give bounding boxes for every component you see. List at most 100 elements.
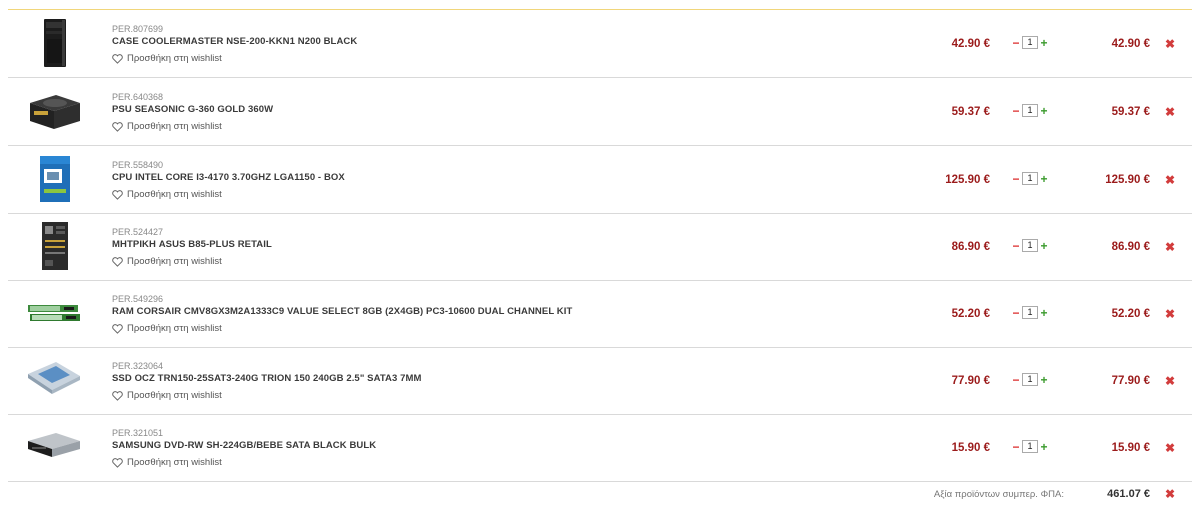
add-to-wishlist-button[interactable]: Προσθήκη στη wishlist — [112, 121, 222, 132]
heart-icon — [112, 256, 123, 267]
quantity-input[interactable]: 1 — [1022, 373, 1038, 386]
line-total: 125.90 € — [1105, 174, 1150, 186]
wishlist-label: Προσθήκη στη wishlist — [127, 457, 222, 468]
remove-item-button[interactable]: ✖ — [1165, 374, 1175, 388]
unit-price: 77.90 € — [951, 375, 990, 387]
cart-row: PER.558490 CPU INTEL CORE I3-4170 3.70GH… — [8, 146, 1192, 214]
product-code: PER.640368 — [112, 92, 164, 102]
cart-row: PER.640368 PSU SEASONIC G-360 GOLD 360W … — [8, 78, 1192, 146]
decrease-quantity-button[interactable]: − — [1012, 374, 1020, 386]
decrease-quantity-button[interactable]: − — [1012, 105, 1020, 117]
heart-icon — [112, 323, 123, 334]
quantity-input[interactable]: 1 — [1022, 36, 1038, 49]
quantity-stepper: − 1 + — [1012, 373, 1048, 386]
heart-icon — [112, 189, 123, 200]
product-code: PER.558490 — [112, 160, 164, 170]
product-code: PER.323064 — [112, 361, 164, 371]
add-to-wishlist-button[interactable]: Προσθήκη στη wishlist — [112, 390, 222, 401]
remove-item-button[interactable]: ✖ — [1165, 173, 1175, 187]
product-code: PER.549296 — [112, 294, 164, 304]
quantity-stepper: − 1 + — [1012, 306, 1048, 319]
product-name-link[interactable]: SSD OCZ TRN150-25SAT3-240G TRION 150 240… — [112, 373, 422, 384]
decrease-quantity-button[interactable]: − — [1012, 240, 1020, 252]
product-name-link[interactable]: CASE COOLERMASTER NSE-200-KKN1 N200 BLAC… — [112, 36, 357, 47]
line-total: 86.90 € — [1111, 241, 1150, 253]
quantity-stepper: − 1 + — [1012, 172, 1048, 185]
quantity-stepper: − 1 + — [1012, 104, 1048, 117]
remove-item-button[interactable]: ✖ — [1165, 441, 1175, 455]
line-total: 52.20 € — [1111, 308, 1150, 320]
decrease-quantity-button[interactable]: − — [1012, 441, 1020, 453]
line-total: 15.90 € — [1111, 442, 1150, 454]
dvd-drive-icon[interactable] — [22, 421, 86, 473]
quantity-input[interactable]: 1 — [1022, 172, 1038, 185]
product-name-link[interactable]: RAM CORSAIR CMV8GX3M2A1333C9 VALUE SELEC… — [112, 306, 572, 317]
quantity-input[interactable]: 1 — [1022, 104, 1038, 117]
increase-quantity-button[interactable]: + — [1040, 441, 1048, 453]
motherboard-icon[interactable] — [22, 220, 86, 272]
unit-price: 52.20 € — [951, 308, 990, 320]
cart-row: PER.323064 SSD OCZ TRN150-25SAT3-240G TR… — [8, 347, 1192, 415]
product-name-link[interactable]: CPU INTEL CORE I3-4170 3.70GHZ LGA1150 -… — [112, 172, 345, 183]
product-name-link[interactable]: ΜΗΤΡΙΚΗ ASUS B85-PLUS RETAIL — [112, 239, 272, 250]
power-supply-icon[interactable] — [22, 85, 86, 137]
remove-item-button[interactable]: ✖ — [1165, 307, 1175, 321]
add-to-wishlist-button[interactable]: Προσθήκη στη wishlist — [112, 323, 222, 334]
product-code: PER.807699 — [112, 24, 164, 34]
increase-quantity-button[interactable]: + — [1040, 374, 1048, 386]
cart-summary: Αξία προϊόντων συμπερ. ΦΠΑ: 461.07 € ✖ — [8, 482, 1192, 504]
add-to-wishlist-button[interactable]: Προσθήκη στη wishlist — [112, 53, 222, 64]
unit-price: 15.90 € — [951, 442, 990, 454]
decrease-quantity-button[interactable]: − — [1012, 37, 1020, 49]
heart-icon — [112, 121, 123, 132]
quantity-stepper: − 1 + — [1012, 36, 1048, 49]
product-code: PER.321051 — [112, 428, 164, 438]
ram-modules-icon[interactable] — [22, 287, 86, 339]
unit-price: 125.90 € — [945, 174, 990, 186]
wishlist-label: Προσθήκη στη wishlist — [127, 256, 222, 267]
pc-case-icon[interactable] — [22, 17, 86, 69]
line-total: 59.37 € — [1111, 106, 1150, 118]
heart-icon — [112, 53, 123, 64]
add-to-wishlist-button[interactable]: Προσθήκη στη wishlist — [112, 256, 222, 267]
unit-price: 42.90 € — [951, 38, 990, 50]
decrease-quantity-button[interactable]: − — [1012, 307, 1020, 319]
unit-price: 59.37 € — [951, 106, 990, 118]
product-name-link[interactable]: SAMSUNG DVD-RW SH-224GB/BEBE SATA BLACK … — [112, 440, 376, 451]
cart-row: PER.549296 RAM CORSAIR CMV8GX3M2A1333C9 … — [8, 280, 1192, 348]
quantity-stepper: − 1 + — [1012, 440, 1048, 453]
add-to-wishlist-button[interactable]: Προσθήκη στη wishlist — [112, 189, 222, 200]
cpu-box-icon[interactable] — [22, 153, 86, 205]
unit-price: 86.90 € — [951, 241, 990, 253]
ssd-drive-icon[interactable] — [22, 354, 86, 406]
wishlist-label: Προσθήκη στη wishlist — [127, 189, 222, 200]
remove-item-button[interactable]: ✖ — [1165, 105, 1175, 119]
wishlist-label: Προσθήκη στη wishlist — [127, 390, 222, 401]
cart-row: PER.524427 ΜΗΤΡΙΚΗ ASUS B85-PLUS RETAIL … — [8, 213, 1192, 281]
increase-quantity-button[interactable]: + — [1040, 240, 1048, 252]
increase-quantity-button[interactable]: + — [1040, 173, 1048, 185]
add-to-wishlist-button[interactable]: Προσθήκη στη wishlist — [112, 457, 222, 468]
increase-quantity-button[interactable]: + — [1040, 37, 1048, 49]
line-total: 77.90 € — [1111, 375, 1150, 387]
clear-cart-button[interactable]: ✖ — [1165, 487, 1175, 501]
heart-icon — [112, 457, 123, 468]
line-total: 42.90 € — [1111, 38, 1150, 50]
product-code: PER.524427 — [112, 227, 164, 237]
wishlist-label: Προσθήκη στη wishlist — [127, 323, 222, 334]
heart-icon — [112, 390, 123, 401]
subtotal-label: Αξία προϊόντων συμπερ. ΦΠΑ: — [933, 489, 1064, 500]
remove-item-button[interactable]: ✖ — [1165, 37, 1175, 51]
wishlist-label: Προσθήκη στη wishlist — [127, 53, 222, 64]
quantity-input[interactable]: 1 — [1022, 306, 1038, 319]
quantity-input[interactable]: 1 — [1022, 239, 1038, 252]
quantity-input[interactable]: 1 — [1022, 440, 1038, 453]
remove-item-button[interactable]: ✖ — [1165, 240, 1175, 254]
wishlist-label: Προσθήκη στη wishlist — [127, 121, 222, 132]
subtotal-value: 461.07 € — [1107, 488, 1150, 500]
decrease-quantity-button[interactable]: − — [1012, 173, 1020, 185]
increase-quantity-button[interactable]: + — [1040, 105, 1048, 117]
product-name-link[interactable]: PSU SEASONIC G-360 GOLD 360W — [112, 104, 273, 115]
cart-row: PER.807699 CASE COOLERMASTER NSE-200-KKN… — [8, 10, 1192, 78]
increase-quantity-button[interactable]: + — [1040, 307, 1048, 319]
